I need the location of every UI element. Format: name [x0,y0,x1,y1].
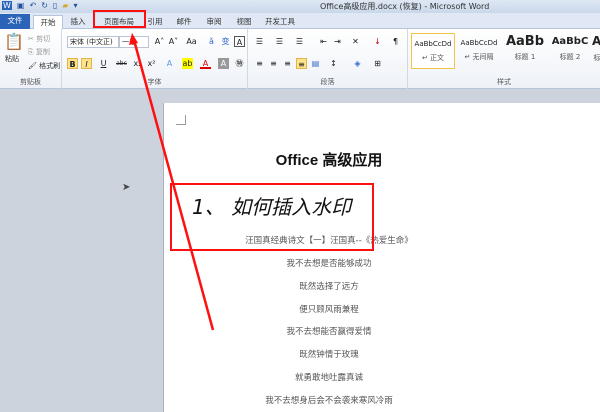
style-name: 标 [593,54,600,62]
justify-icon[interactable]: ≡ [296,58,307,69]
tab-file[interactable]: 文件 [0,14,30,29]
align-left-icon[interactable]: ≡ [254,58,265,69]
undo-icon[interactable]: ↶ [29,1,36,10]
style-sample: AaBbCcDd [460,39,498,47]
crop-mark [176,115,186,125]
quick-access-toolbar: W ▣ ↶ ↻ ▯ ▰ ▾ [2,1,77,10]
style-name: 标题 2 [559,53,581,61]
paragraph-group: ☰ ☰ ☰ ⇤ ⇥ ✕ ↓ ¶ ≡ ≡ ≡ ≡ ▤ ↕ ◈ ⊞ 段落 [248,29,408,89]
style-heading-1[interactable]: AaBb 标题 1 [503,33,547,69]
annotation-box-page-layout [93,10,146,28]
char-shade-icon[interactable]: A [218,58,229,69]
clipboard-group: 📋 粘贴 ✂ 剪切 ⎘ 复制 🖌 格式刷 剪贴板 [0,29,62,89]
font-name-select[interactable]: 宋体 (中文正) [67,36,119,48]
font-size-select[interactable]: 一号 [119,36,149,48]
style-sample: AaI [592,34,600,48]
style-sample: AaBbCcDd [414,40,452,48]
distributed-icon[interactable]: ▤ [310,58,321,69]
align-center-icon[interactable]: ≡ [268,58,279,69]
font-group: 宋体 (中文正) 一号 A˄ A˅ Aa ǎ 变 A B I U abc x₂ … [62,29,248,89]
tab-review[interactable]: 审阅 [200,15,228,29]
annotation-box-heading [170,183,374,251]
subscript-icon[interactable]: x₂ [132,58,143,69]
strikethrough-button[interactable]: abc [116,58,127,69]
tab-insert[interactable]: 插入 [65,15,91,29]
new-doc-icon[interactable]: ▯ [53,1,57,10]
decrease-indent-icon[interactable]: ⇤ [318,36,329,47]
bullets-icon[interactable]: ☰ [254,36,265,47]
style-normal[interactable]: AaBbCcDd ↵ 正文 [411,33,455,69]
open-folder-icon[interactable]: ▰ [62,1,68,10]
shading-icon[interactable]: ◈ [352,58,363,69]
poem-line: 我不去想是否能够成功 [286,259,372,269]
phonetic-icon[interactable]: ǎ [206,36,217,47]
paste-button[interactable]: 粘贴 [5,54,19,64]
poem-line: 便只顾风雨兼程 [299,305,359,315]
show-marks-icon[interactable]: ¶ [390,36,401,47]
word-icon[interactable]: W [2,1,12,10]
format-painter-button[interactable]: 🖌 格式刷 [28,61,60,71]
tab-references[interactable]: 引用 [143,15,167,29]
style-name: ↵ 无间隔 [464,53,494,61]
copy-button[interactable]: ⎘ 复制 [28,47,50,57]
mouse-cursor-icon: ➤ [122,182,131,193]
multilevel-list-icon[interactable]: ☰ [294,36,305,47]
underline-button[interactable]: U [98,58,109,69]
style-heading-2[interactable]: AaBbC 标题 2 [548,33,592,69]
tab-view[interactable]: 视图 [230,15,258,29]
copy-label: 复制 [35,48,50,56]
ribbon-tabs: 文件 开始 插入 页面布局 引用 邮件 审阅 视图 开发工具 [0,13,600,30]
text-effects-icon[interactable]: A [164,58,175,69]
style-name: ↵ 正文 [421,54,445,62]
char-shading-icon[interactable]: A [234,36,245,47]
paste-icon[interactable]: 📋 [4,32,24,51]
styles-group: AaBbCcDd ↵ 正文 AaBbCcDd ↵ 无间隔 AaBb 标题 1 AaBb… [408,29,600,89]
font-group-label: 字体 [147,78,162,86]
increase-indent-icon[interactable]: ⇥ [332,36,343,47]
title-bar: W ▣ ↶ ↻ ▯ ▰ ▾ Office高级应用.docx (恢复) - Mic… [0,0,600,13]
enclose-char-icon[interactable]: ㊕ [234,58,245,69]
change-case-icon[interactable]: Aa [186,36,197,47]
tab-developer[interactable]: 开发工具 [260,15,300,29]
font-color-icon[interactable]: A [200,58,211,69]
style-name: 标题 1 [514,53,536,61]
customize-icon[interactable]: ▾ [73,1,77,10]
borders-icon[interactable]: ⊞ [372,58,383,69]
line-spacing-icon[interactable]: ↕ [328,58,339,69]
sort-icon[interactable]: ↓ [372,36,383,47]
tab-home[interactable]: 开始 [33,15,63,30]
bold-button[interactable]: B [67,58,78,69]
ribbon: 📋 粘贴 ✂ 剪切 ⎘ 复制 🖌 格式刷 剪贴板 宋体 (中文正) 一号 A˄ … [0,29,600,89]
char-border-icon[interactable]: 变 [220,36,231,47]
styles-group-label: 样式 [497,78,511,86]
poem-line: 既然选择了远方 [299,282,359,292]
superscript-icon[interactable]: x² [146,58,157,69]
redo-icon[interactable]: ↻ [41,1,48,10]
shrink-font-icon[interactable]: A˅ [168,36,179,47]
numbering-icon[interactable]: ☰ [274,36,285,47]
style-no-spacing[interactable]: AaBbCcDd ↵ 无间隔 [457,33,501,69]
document-page[interactable]: Office 高级应用 1、 如何插入水印 汪国真经典诗文【一】汪国真--《热爱… [163,103,600,412]
style-sample: AaBb [505,34,545,49]
cut-label: 剪切 [36,35,51,43]
chinese-layout-icon[interactable]: ✕ [350,36,361,47]
window-title: Office高级应用.docx (恢复) - Microsoft Word [320,2,490,11]
save-icon[interactable]: ▣ [17,1,25,10]
poem-line: 我不去想能否赢得爱情 [286,327,372,337]
paragraph-group-label: 段落 [320,78,335,86]
style-sample: AaBbC [551,36,589,47]
cut-button[interactable]: ✂ 剪切 [28,34,50,44]
poem-line: 既然钟情于玫瑰 [299,350,359,360]
align-right-icon[interactable]: ≡ [282,58,293,69]
grow-font-icon[interactable]: A˄ [154,36,165,47]
format-painter-label: 格式刷 [39,62,61,70]
poem-line: 我不去想身后会不会袭来寒风冷雨 [265,396,393,406]
highlight-icon[interactable]: ab [182,58,193,69]
clipboard-group-label: 剪贴板 [20,78,41,86]
document-title: Office 高级应用 [275,152,383,169]
poem-line: 就勇敢地吐露真诚 [294,373,363,383]
style-title[interactable]: AaI 标 [592,33,600,69]
italic-button[interactable]: I [81,58,92,69]
tab-mailings[interactable]: 邮件 [170,15,198,29]
